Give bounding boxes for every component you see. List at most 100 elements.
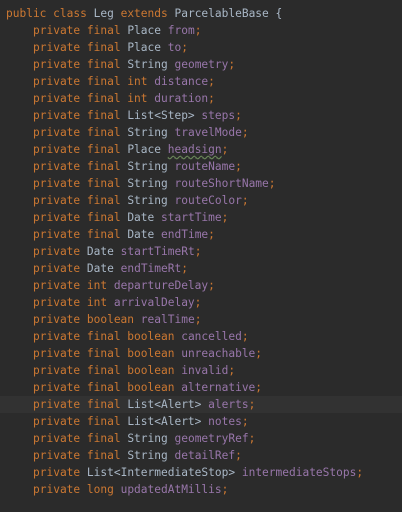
field-declaration: private final Place to; <box>6 39 188 56</box>
code-line[interactable]: private final String geometry; <box>0 56 402 73</box>
code-line[interactable]: private final Place to; <box>0 39 402 56</box>
field-type: Place <box>127 143 161 156</box>
semicolon: ; <box>235 449 242 462</box>
field-declaration: private final String routeName; <box>6 158 242 175</box>
field-name: routeShortName <box>174 177 269 190</box>
modifiers: private final <box>33 41 121 54</box>
semicolon: ; <box>221 211 229 224</box>
semicolon: ; <box>208 228 215 241</box>
code-line[interactable]: private final String routeShortName; <box>0 175 402 192</box>
code-line[interactable]: private final boolean alternative; <box>0 379 402 396</box>
field-type: String <box>127 160 168 173</box>
modifiers: private long <box>33 483 114 496</box>
class-declaration-line[interactable]: public class Leg extends ParcelableBase … <box>0 5 402 22</box>
field-name: headsign <box>167 143 222 156</box>
field-name: departureDelay <box>113 279 209 292</box>
code-line[interactable]: private int arrivalDelay; <box>0 294 402 311</box>
field-declaration: private final boolean cancelled; <box>6 328 249 345</box>
code-line[interactable]: private final List<Alert> alerts; <box>0 396 402 413</box>
field-name: to <box>167 41 182 54</box>
field-name: unreachable <box>181 347 256 360</box>
field-declaration: private final String geometryRef; <box>6 430 255 447</box>
field-type: Date <box>86 245 114 258</box>
semicolon: ; <box>194 24 202 37</box>
modifiers: private final <box>33 432 121 445</box>
code-line[interactable]: private final boolean invalid; <box>0 362 402 379</box>
code-line[interactable]: private boolean realTime; <box>0 311 402 328</box>
code-line[interactable]: private final boolean unreachable; <box>0 345 402 362</box>
code-line[interactable]: private final Date endTime; <box>0 226 402 243</box>
field-name: updatedAtMillis <box>120 483 222 496</box>
field-declaration: private final boolean unreachable; <box>6 345 262 362</box>
semicolon: ; <box>181 41 188 54</box>
modifiers: private final <box>33 126 121 139</box>
field-name: alerts <box>208 398 249 411</box>
field-name: travelMode <box>174 126 242 139</box>
code-line[interactable]: private final int duration; <box>0 90 402 107</box>
code-line[interactable]: private final Place headsign; <box>0 141 402 158</box>
field-name: distance <box>154 75 209 88</box>
semicolon: ; <box>208 92 215 105</box>
code-line[interactable]: private final List<Step> steps; <box>0 107 402 124</box>
semicolon: ; <box>241 194 249 207</box>
field-name: startTimeRt <box>120 245 195 258</box>
code-line[interactable]: private final String geometryRef; <box>0 430 402 447</box>
modifiers: private final <box>33 415 121 428</box>
field-name: alternative <box>181 381 256 394</box>
field-type: Date <box>127 211 155 224</box>
semicolon: ; <box>228 58 236 71</box>
modifiers: private final <box>33 398 121 411</box>
code-line[interactable]: private int departureDelay; <box>0 277 402 294</box>
field-name: duration <box>154 92 209 105</box>
code-line[interactable]: private final int distance; <box>0 73 402 90</box>
modifiers: private final boolean <box>33 330 175 343</box>
field-declaration: private final String travelMode; <box>6 124 249 141</box>
field-declaration: private final Place from; <box>6 22 201 39</box>
code-line[interactable]: private Date endTimeRt; <box>0 260 402 277</box>
modifiers: private <box>33 466 81 479</box>
modifiers: private final <box>33 58 121 71</box>
semicolon: ; <box>268 177 276 190</box>
field-name: startTime <box>161 211 222 224</box>
code-line[interactable]: private final String routeColor; <box>0 192 402 209</box>
class-declaration: public class Leg extends ParcelableBase … <box>6 5 282 22</box>
code-line[interactable]: private final String routeName; <box>0 158 402 175</box>
semicolon: ; <box>194 313 202 326</box>
field-name: endTimeRt <box>120 262 182 275</box>
code-line[interactable]: private final boolean cancelled; <box>0 328 402 345</box>
code-line[interactable]: private long updatedAtMillis; <box>0 481 402 498</box>
modifiers: private final <box>33 211 121 224</box>
semicolon: ; <box>248 432 256 445</box>
modifiers: private int <box>33 279 108 292</box>
field-declaration: private int departureDelay; <box>6 277 215 294</box>
code-line[interactable]: private final Place from; <box>0 22 402 39</box>
modifiers: private final int <box>33 75 148 88</box>
field-declaration: private final int duration; <box>6 90 215 107</box>
code-line[interactable]: private final String detailRef; <box>0 447 402 464</box>
code-editor[interactable]: public class Leg extends ParcelableBase … <box>0 0 402 512</box>
field-type: String <box>127 432 168 445</box>
code-line[interactable]: private final Date startTime; <box>0 209 402 226</box>
modifiers: private final <box>33 449 121 462</box>
modifiers: private final boolean <box>33 381 175 394</box>
field-name: arrivalDelay <box>113 296 195 309</box>
field-name: realTime <box>140 313 195 326</box>
field-declaration: private final List<Alert> notes; <box>6 413 249 430</box>
field-declaration: private final String routeShortName; <box>6 175 276 192</box>
semicolon: ; <box>194 296 202 309</box>
semicolon: ; <box>248 398 256 411</box>
field-type: String <box>127 449 168 462</box>
semicolon: ; <box>228 364 236 377</box>
code-line[interactable]: private List<IntermediateStop> intermedi… <box>0 464 402 481</box>
semicolon: ; <box>241 330 249 343</box>
modifiers: private final <box>33 143 121 156</box>
field-type: List<Alert> <box>127 415 202 428</box>
code-line[interactable]: private final List<Alert> notes; <box>0 413 402 430</box>
semicolon: ; <box>181 262 188 275</box>
code-line[interactable]: private Date startTimeRt; <box>0 243 402 260</box>
code-line[interactable]: private final String travelMode; <box>0 124 402 141</box>
field-name: routeName <box>174 160 236 173</box>
field-declaration: private final int distance; <box>6 73 215 90</box>
field-type: List<Step> <box>127 109 195 122</box>
field-name: detailRef <box>174 449 236 462</box>
